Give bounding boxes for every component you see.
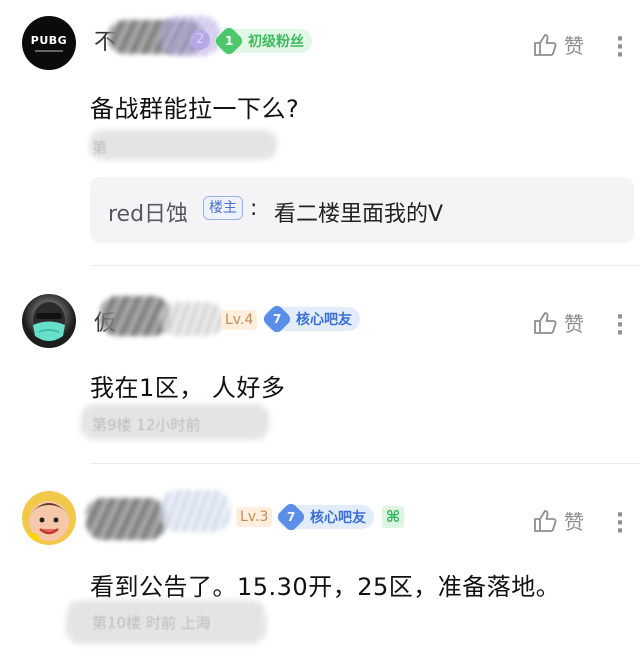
user-avatar[interactable]: PUBG xyxy=(22,16,76,70)
comment-divider xyxy=(90,265,640,266)
level-badge: Lv.3 xyxy=(236,507,273,527)
comment-meta: 第 xyxy=(92,139,108,157)
comment-text: 看到公告了。15.30开，25区，准备落地。 xyxy=(90,573,561,601)
masked-face-icon xyxy=(33,302,65,341)
thumbs-up-icon xyxy=(534,33,557,56)
like-button[interactable]: 赞 xyxy=(532,30,584,59)
reply-preview[interactable]: red日蚀 楼主 : 看二楼里面我的V xyxy=(90,177,634,243)
username-blurred-tail xyxy=(160,490,230,532)
reply-author[interactable]: red日蚀 xyxy=(108,196,188,228)
comment-divider xyxy=(90,463,640,464)
like-label: 赞 xyxy=(564,312,584,336)
comment-text: 我在1区， 人好多 xyxy=(90,374,286,402)
username-blurred[interactable] xyxy=(86,498,166,540)
reply-text: 看二楼里面我的V xyxy=(274,202,444,227)
like-button[interactable]: 赞 xyxy=(532,506,584,535)
badge-gem-icon: 7 xyxy=(275,501,307,533)
comment-meta: 第9楼 12小时前 xyxy=(92,416,201,434)
badge-label: 核心吧友 xyxy=(310,510,366,526)
comment-meta-blurred xyxy=(88,130,278,160)
pubg-logo-underline xyxy=(35,50,63,52)
thumbs-up-icon xyxy=(534,311,557,334)
thumbs-up-icon xyxy=(534,509,557,532)
badge-gem-icon: 7 xyxy=(261,303,293,335)
badge-label: 初级粉丝 xyxy=(248,34,304,50)
cartoon-face-icon xyxy=(25,501,69,543)
member-icon: ⌘ xyxy=(382,506,404,528)
fan-level-badge: 1 初级粉丝 xyxy=(213,25,312,57)
like-label: 赞 xyxy=(564,510,584,534)
fan-level-badge: 7 核心吧友 xyxy=(275,501,374,533)
reply-colon: : xyxy=(250,196,258,221)
username-blurred-tail xyxy=(160,302,224,336)
fan-level-badge: 7 核心吧友 xyxy=(261,303,360,335)
level-badge: Lv.4 xyxy=(221,310,258,330)
comment-meta: 第10楼 时前 上海 xyxy=(92,614,211,632)
badge-label: 核心吧友 xyxy=(296,312,352,328)
op-tag: 楼主 xyxy=(203,196,243,220)
more-options-icon[interactable]: · · · xyxy=(610,505,630,543)
more-options-icon[interactable]: · · · xyxy=(610,29,630,67)
pubg-logo: PUBG xyxy=(30,34,68,47)
user-avatar[interactable] xyxy=(22,294,76,348)
more-options-icon[interactable]: · · · xyxy=(610,307,630,345)
like-label: 赞 xyxy=(564,34,584,58)
comment-text: 备战群能拉一下么? xyxy=(90,95,300,123)
user-avatar[interactable] xyxy=(22,491,76,545)
like-button[interactable]: 赞 xyxy=(532,308,584,337)
username-blurred-tail xyxy=(160,16,220,56)
